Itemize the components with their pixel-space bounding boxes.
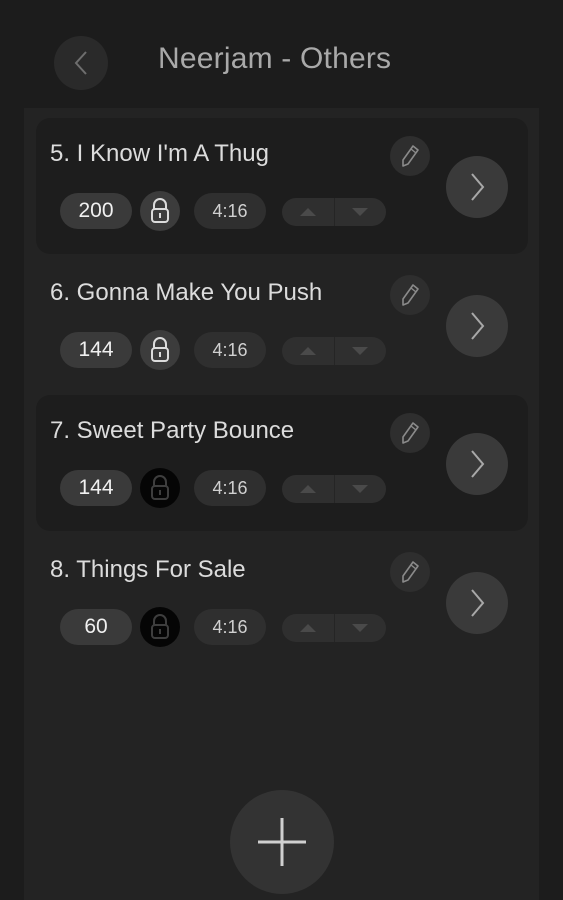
- chevron-right-icon: [471, 589, 485, 617]
- pencil-icon: [402, 422, 419, 444]
- triangle-up-icon: [299, 624, 316, 632]
- duration-badge[interactable]: 4:16: [194, 332, 266, 368]
- lock-toggle[interactable]: [140, 191, 180, 231]
- triangle-up-icon: [299, 347, 316, 355]
- edit-button[interactable]: [390, 275, 430, 315]
- triangle-down-icon: [352, 624, 369, 632]
- padlock-icon: [151, 475, 169, 500]
- triangle-up-icon: [299, 208, 316, 216]
- duration-badge[interactable]: 4:16: [194, 193, 266, 229]
- padlock-icon: [151, 337, 169, 362]
- move-up-button[interactable]: [282, 614, 334, 642]
- song-row: 7. Sweet Party Bounce 144 4:16: [36, 395, 528, 531]
- move-down-button[interactable]: [333, 475, 387, 503]
- triangle-down-icon: [352, 485, 369, 493]
- song-title: 6. Gonna Make You Push: [50, 279, 323, 306]
- pencil-icon: [402, 284, 419, 306]
- bpm-badge[interactable]: 60: [60, 609, 132, 645]
- page-title: Neerjam - Others: [158, 42, 392, 75]
- add-song-button[interactable]: [230, 790, 334, 894]
- header: Neerjam - Others: [0, 0, 563, 110]
- triangle-up-icon: [299, 485, 316, 493]
- song-row: 6. Gonna Make You Push 144 4:16: [36, 257, 528, 393]
- bpm-badge[interactable]: 144: [60, 470, 132, 506]
- chevron-right-icon: [471, 312, 485, 340]
- chevron-right-icon: [471, 173, 485, 201]
- move-down-button[interactable]: [333, 337, 387, 365]
- bpm-badge[interactable]: 144: [60, 332, 132, 368]
- move-up-button[interactable]: [282, 475, 334, 503]
- pencil-icon: [402, 561, 419, 583]
- reorder-control: [282, 337, 386, 365]
- open-song-button[interactable]: [446, 433, 508, 495]
- plus-icon: [258, 818, 306, 866]
- song-title: 5. I Know I'm A Thug: [50, 140, 269, 167]
- song-row: 5. I Know I'm A Thug 200 4:16: [36, 118, 528, 254]
- bpm-badge[interactable]: 200: [60, 193, 132, 229]
- reorder-control: [282, 475, 386, 503]
- padlock-icon: [151, 198, 169, 223]
- back-button[interactable]: [54, 36, 108, 90]
- lock-toggle[interactable]: [140, 607, 180, 647]
- chevron-right-icon: [471, 450, 485, 478]
- lock-toggle[interactable]: [140, 330, 180, 370]
- open-song-button[interactable]: [446, 572, 508, 634]
- song-title: 7. Sweet Party Bounce: [50, 417, 295, 444]
- chevron-left-icon: [74, 51, 87, 75]
- song-title: 8. Things For Sale: [50, 556, 246, 583]
- song-row: 8. Things For Sale 60 4:16: [36, 534, 528, 670]
- edit-button[interactable]: [390, 413, 430, 453]
- duration-badge[interactable]: 4:16: [194, 609, 266, 645]
- open-song-button[interactable]: [446, 156, 508, 218]
- reorder-control: [282, 614, 386, 642]
- move-up-button[interactable]: [282, 337, 334, 365]
- lock-toggle[interactable]: [140, 468, 180, 508]
- move-down-button[interactable]: [333, 614, 387, 642]
- triangle-down-icon: [352, 208, 369, 216]
- move-down-button[interactable]: [333, 198, 387, 226]
- duration-badge[interactable]: 4:16: [194, 470, 266, 506]
- triangle-down-icon: [352, 347, 369, 355]
- reorder-control: [282, 198, 386, 226]
- open-song-button[interactable]: [446, 295, 508, 357]
- edit-button[interactable]: [390, 136, 430, 176]
- pencil-icon: [402, 145, 419, 167]
- move-up-button[interactable]: [282, 198, 334, 226]
- edit-button[interactable]: [390, 552, 430, 592]
- padlock-icon: [151, 614, 169, 639]
